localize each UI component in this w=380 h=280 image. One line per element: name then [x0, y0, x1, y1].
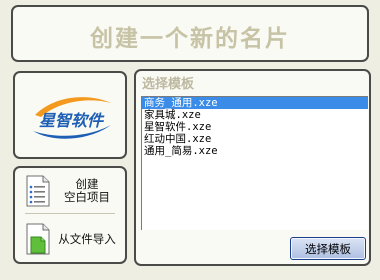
template-listbox[interactable]: 商务_通用.xze 家具城.xze 星智软件.xze 红动中国.xze 通用_简易.xz… [141, 96, 368, 230]
import-from-file-label: 从文件导入 [58, 231, 116, 246]
template-panel: 选择模板 商务_通用.xze 家具城.xze 星智软件.xze 红动中国.xze 通用_… [134, 69, 371, 266]
create-label-line2: 空白项目 [64, 190, 110, 204]
select-template-button[interactable]: 选择模板 [290, 237, 366, 260]
file-import-icon [26, 223, 50, 255]
document-list-icon [26, 175, 50, 207]
import-from-file-button[interactable]: 从文件导入 [21, 220, 123, 258]
create-blank-project-button[interactable]: 创建 空白项目 [21, 172, 123, 210]
logo-panel: 星智软件 [13, 71, 127, 159]
template-list-item[interactable]: 商务_通用.xze [142, 97, 368, 109]
header-panel: 创建一个新的名片 [11, 5, 369, 62]
template-list-item[interactable]: 星智软件.xze [142, 121, 368, 133]
template-section-title: 选择模板 [142, 77, 195, 92]
actions-divider [25, 213, 115, 214]
create-blank-project-label: 创建 空白项目 [51, 178, 123, 204]
template-list-item[interactable]: 通用_简易.xze [142, 145, 368, 157]
logo-text: 星智软件 [39, 111, 105, 130]
page-title: 创建一个新的名片 [90, 26, 290, 52]
template-list-item[interactable]: 红动中国.xze [142, 133, 368, 145]
xingzhi-logo: 星智软件 [33, 97, 111, 139]
template-list-item[interactable]: 家具城.xze [142, 109, 368, 121]
actions-panel: 创建 空白项目 从文件导入 [13, 166, 127, 264]
